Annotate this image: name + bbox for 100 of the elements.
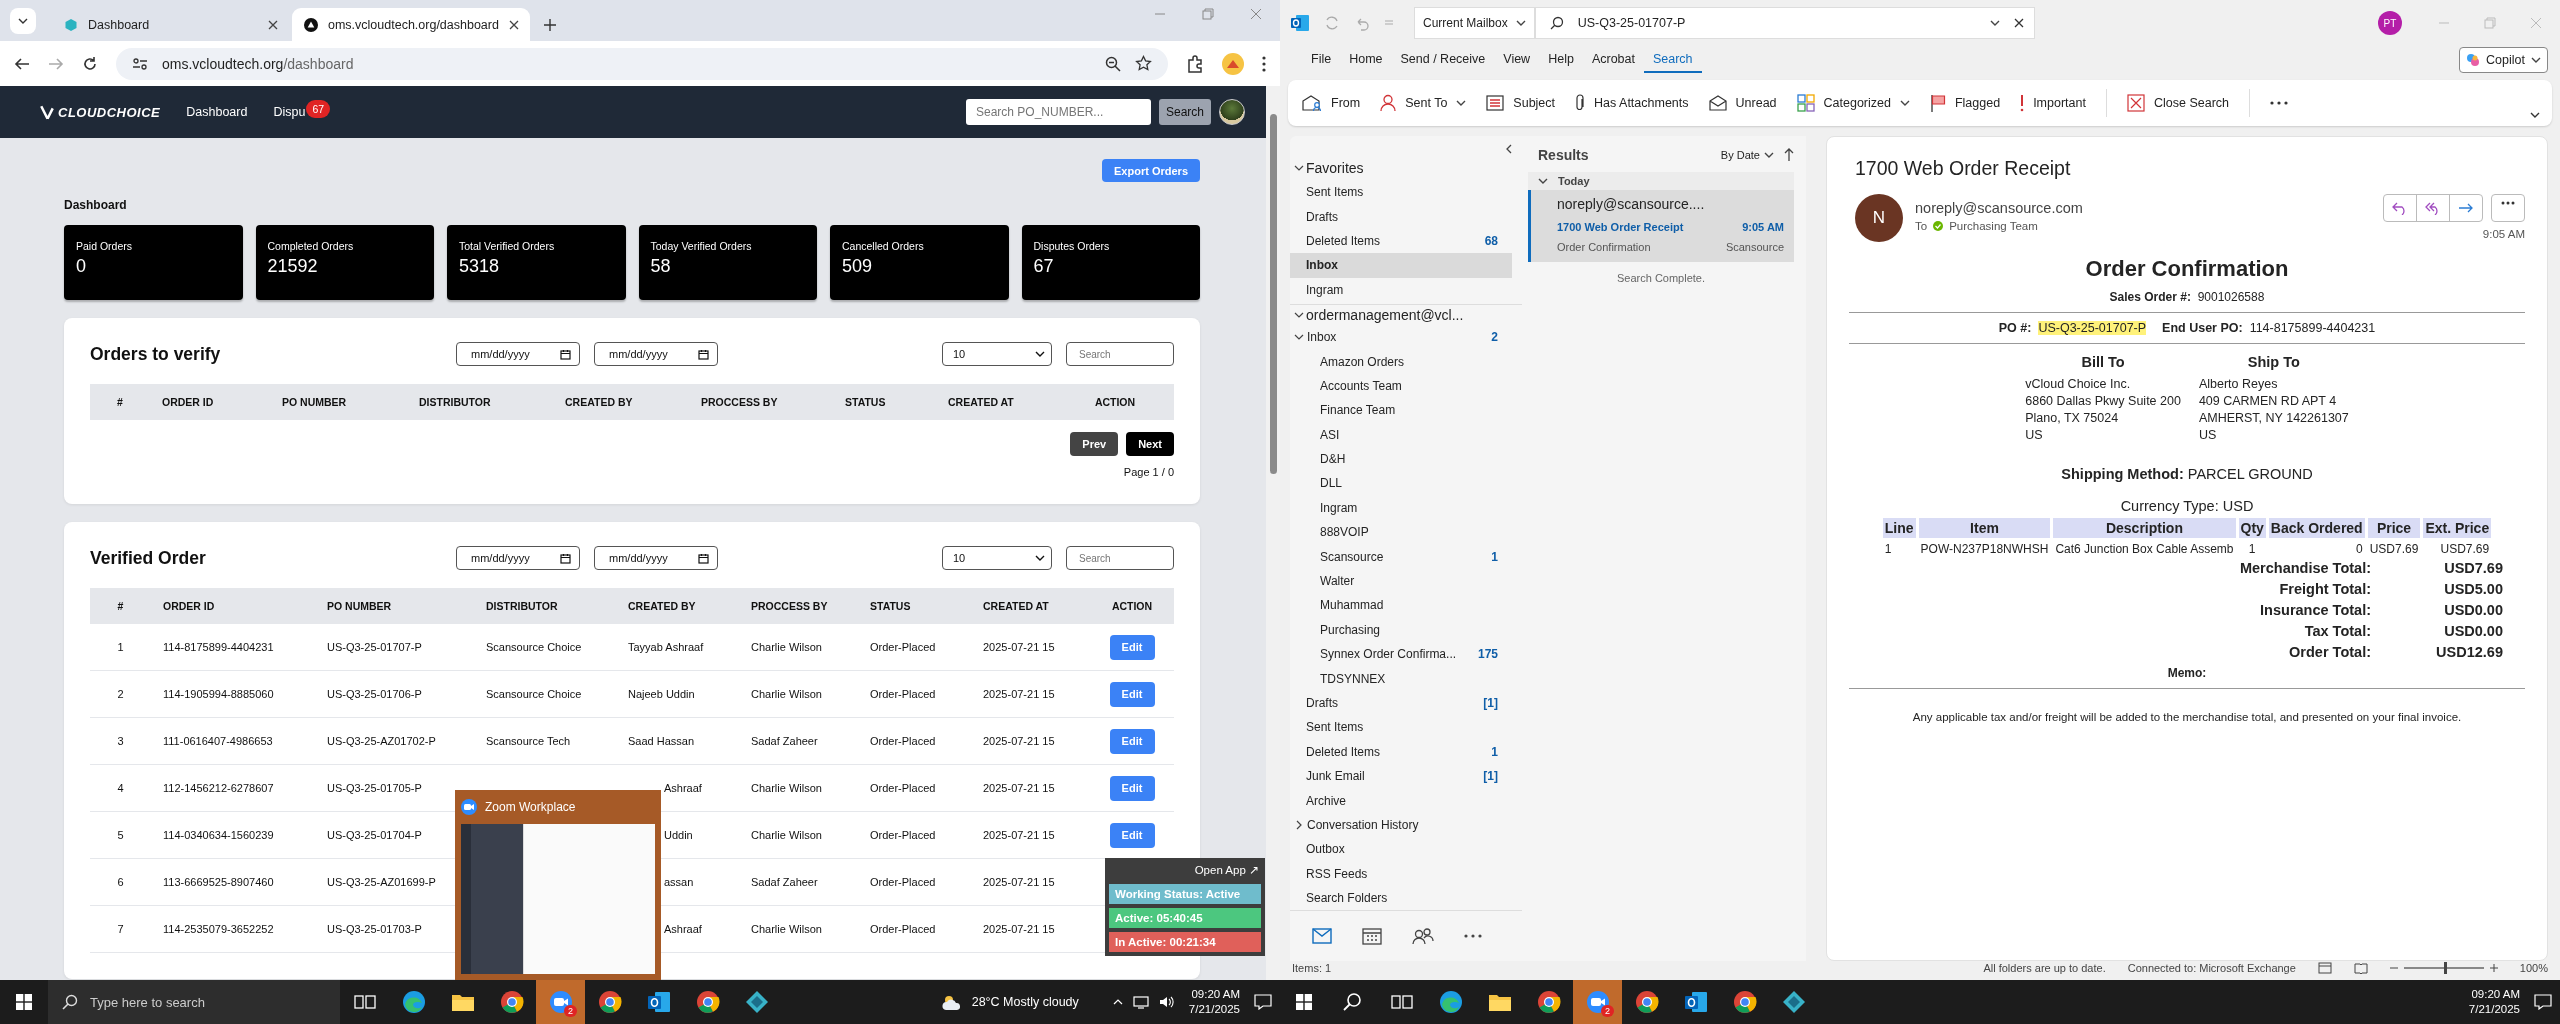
browser-tab[interactable]: oms.vcloudtech.org/dashboard xyxy=(292,8,530,41)
ribbon-button[interactable]: Close Search xyxy=(2126,94,2229,112)
menu-tab[interactable]: Help xyxy=(1539,47,1583,73)
search-icon[interactable] xyxy=(1342,992,1363,1012)
chrome-browser-icon[interactable] xyxy=(1536,990,1561,1014)
close-icon[interactable] xyxy=(268,19,278,30)
sort-dropdown[interactable]: By Date xyxy=(1720,149,1774,161)
weather-widget[interactable]: 28°C Mostly cloudy xyxy=(939,993,1079,1011)
close-icon[interactable] xyxy=(508,19,519,30)
folder-item[interactable]: Amazon Orders xyxy=(1290,349,1512,374)
task-view-icon[interactable] xyxy=(353,993,376,1011)
folder-item[interactable]: Deleted Items 1 xyxy=(1290,739,1512,764)
avatar-image[interactable] xyxy=(1219,99,1245,125)
people-icon[interactable] xyxy=(1412,927,1434,946)
date-field[interactable]: mm/dd/yyyy xyxy=(456,546,580,570)
edit-button[interactable]: Edit xyxy=(1109,634,1155,660)
ribbon-button[interactable]: Has Attachments xyxy=(1575,94,1689,112)
folder-item[interactable]: TDSYNNEX xyxy=(1290,666,1512,691)
date-field[interactable]: mm/dd/yyyy xyxy=(456,342,580,366)
chevron-down-icon[interactable] xyxy=(1294,163,1304,173)
folder-item[interactable]: Archive xyxy=(1290,788,1512,813)
export-button[interactable]: Export Orders xyxy=(1102,159,1200,182)
edit-button[interactable]: Edit xyxy=(1109,775,1155,801)
folder-item[interactable]: DLL xyxy=(1290,471,1512,496)
reload-icon[interactable] xyxy=(82,55,98,72)
more-icon[interactable] xyxy=(2501,201,2515,205)
edit-button[interactable]: Edit xyxy=(1109,822,1155,848)
message-list-item[interactable]: noreply@scansource.... 1700 Web Order Receipt 9:05 AM Order Confirmation Scansource xyxy=(1528,190,1794,262)
taskbar-clock[interactable]: 09:20 AM 7/21/2025 xyxy=(2468,987,2520,1017)
folder-item[interactable]: Drafts [1] xyxy=(1290,690,1512,716)
profile-icon[interactable] xyxy=(1222,52,1244,75)
menu-tab[interactable]: Send / Receive xyxy=(1391,47,1495,73)
search-field[interactable]: Search PO_NUMBER... xyxy=(965,99,1151,125)
task-view-icon[interactable] xyxy=(1390,993,1413,1011)
back-arrow-icon[interactable] xyxy=(14,55,30,72)
menu-icon[interactable] xyxy=(1262,55,1266,72)
normal-view-icon[interactable] xyxy=(2317,962,2332,974)
diamond-app-icon[interactable] xyxy=(1781,990,1806,1014)
site-settings-icon[interactable] xyxy=(132,55,148,72)
chrome-browser-icon[interactable] xyxy=(597,990,622,1014)
zoom-in-icon[interactable] xyxy=(2489,964,2498,972)
nav-link[interactable]: Dispu xyxy=(273,105,306,119)
search-field[interactable]: Search xyxy=(1066,342,1174,366)
taskbar-clock[interactable]: 09:20 AM 7/21/2025 xyxy=(1188,987,1240,1017)
edit-button[interactable]: Edit xyxy=(1109,728,1155,754)
menu-tab[interactable]: File xyxy=(1302,47,1341,73)
ribbon-button[interactable]: From xyxy=(1302,94,1361,112)
search-field[interactable]: US-Q3-25-01707-P xyxy=(1534,7,2035,39)
chrome-browser-icon[interactable] xyxy=(1634,990,1659,1014)
notifications-icon[interactable] xyxy=(1254,994,1272,1010)
chrome-browser-icon[interactable] xyxy=(1732,990,1757,1014)
folder-item[interactable]: D&H xyxy=(1290,446,1512,472)
folder-icon[interactable] xyxy=(1487,992,1512,1012)
menu-tab[interactable]: Acrobat xyxy=(1582,47,1644,73)
extensions-icon[interactable] xyxy=(1186,54,1204,73)
edge-browser-icon[interactable] xyxy=(401,990,426,1014)
reading-view-icon[interactable] xyxy=(2353,962,2368,974)
folder-item[interactable]: Scansource 1 xyxy=(1290,544,1512,569)
outlook-app-icon[interactable] xyxy=(1683,991,1708,1013)
date-field[interactable]: mm/dd/yyyy xyxy=(594,342,718,366)
diamond-app-icon[interactable] xyxy=(744,990,769,1014)
chrome-browser-icon[interactable] xyxy=(695,990,720,1014)
edit-button[interactable]: Edit xyxy=(1109,681,1155,707)
folder-item[interactable]: Sent Items xyxy=(1290,715,1512,740)
video-chat-app-icon[interactable] xyxy=(548,990,573,1014)
address-bar[interactable]: oms.vcloudtech.org/dashboard xyxy=(116,47,1168,80)
folder-group-header[interactable]: Favorites xyxy=(1290,156,1522,180)
window-thumbnail-drawing[interactable] xyxy=(461,824,655,974)
chrome-browser-icon[interactable] xyxy=(499,990,524,1014)
folder-item[interactable]: Inbox 2 xyxy=(1290,324,1512,350)
taskbar-search-field[interactable]: Type here to search xyxy=(48,980,340,1024)
collapse-icon[interactable] xyxy=(1506,144,1512,154)
more-icon[interactable] xyxy=(1464,934,1482,939)
folder-item[interactable]: Drafts xyxy=(1290,204,1512,229)
ribbon-button[interactable]: Flagged xyxy=(1929,94,2001,112)
folder-item[interactable]: RSS Feeds xyxy=(1290,861,1512,886)
ribbon-button[interactable]: Subject xyxy=(1486,95,1556,111)
folder-icon[interactable] xyxy=(450,992,475,1012)
calendar-icon[interactable] xyxy=(1362,927,1382,946)
folder-item[interactable]: Junk Email [1] xyxy=(1290,764,1512,789)
close-icon[interactable] xyxy=(2013,18,2024,28)
folder-item[interactable]: Search Folders xyxy=(1290,885,1512,911)
star-icon[interactable] xyxy=(1135,55,1152,72)
user-avatar[interactable]: PT xyxy=(2378,11,2402,35)
folder-item[interactable]: 888VOIP xyxy=(1290,520,1512,545)
volume-icon[interactable] xyxy=(1158,995,1175,1009)
ribbon-button[interactable]: Important xyxy=(2020,94,2086,112)
folder-item[interactable]: ASI xyxy=(1290,422,1512,447)
page-size-select[interactable]: 10 xyxy=(942,342,1052,366)
next-button[interactable]: Next xyxy=(1126,432,1174,456)
ribbon-button[interactable]: Sent To xyxy=(1380,94,1467,112)
tab-list-button[interactable] xyxy=(10,8,36,34)
video-chat-app-icon[interactable] xyxy=(1585,990,1610,1014)
menu-tab[interactable]: Search xyxy=(1643,47,1702,73)
folder-item[interactable]: Conversation History xyxy=(1290,812,1512,838)
zoom-out-icon[interactable] xyxy=(1105,55,1121,72)
menu-tab[interactable]: Home xyxy=(1340,47,1392,73)
mail-icon[interactable] xyxy=(1312,928,1332,945)
outlook-app-icon[interactable] xyxy=(646,991,671,1013)
folder-item[interactable]: Synnex Order Confirma... 175 xyxy=(1290,642,1512,667)
